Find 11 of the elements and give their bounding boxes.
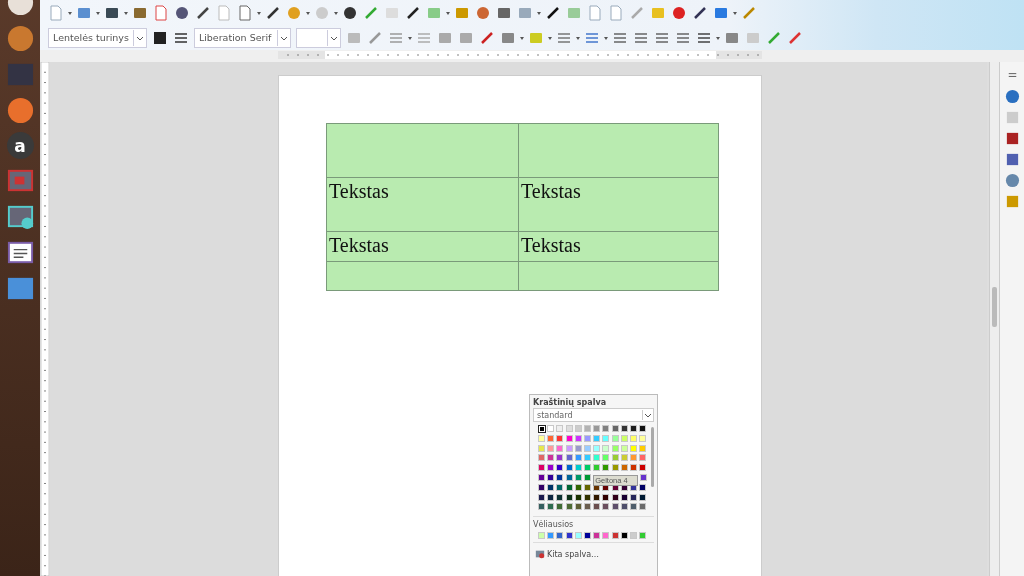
store-icon[interactable]: a bbox=[6, 132, 34, 159]
palette-dropdown[interactable]: standard bbox=[533, 408, 654, 422]
paragraph-style-combo[interactable]: Lentelės turinys bbox=[48, 27, 147, 48]
table-cell[interactable]: Tekstas bbox=[327, 178, 519, 231]
font-name-combo[interactable]: Liberation Serif bbox=[193, 27, 291, 48]
popup-title: Kraštinių spalva bbox=[533, 397, 608, 408]
recent-colors-label: Vėliausios bbox=[533, 520, 575, 531]
table-cell[interactable]: Tekstas bbox=[519, 178, 718, 231]
custom-color-button[interactable]: Kita spalva… bbox=[533, 546, 602, 563]
table-cell[interactable]: Tekstas bbox=[327, 232, 519, 261]
table-cell[interactable]: Tekstas bbox=[519, 232, 718, 261]
